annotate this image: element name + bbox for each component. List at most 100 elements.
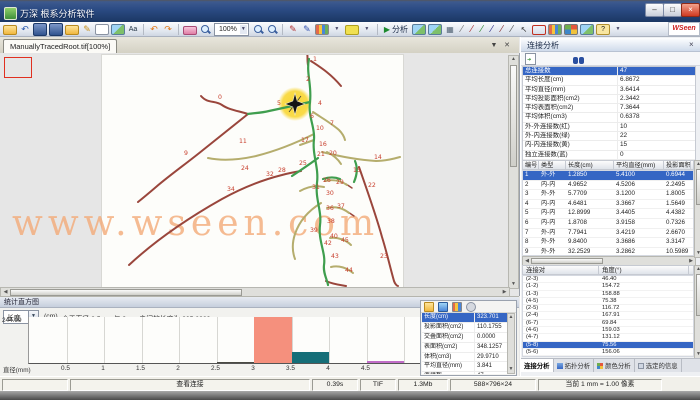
stats-row[interactable]: 表面积(cm2)348.1257 xyxy=(422,343,511,353)
text-tool-icon[interactable]: Aa xyxy=(127,24,139,35)
table-row[interactable]: 3外-外5.77093.12001.8005 xyxy=(523,190,693,200)
chevron-down-icon[interactable]: ▼ xyxy=(240,25,247,34)
angle-row[interactable]: (5-9)168.38 xyxy=(523,356,693,357)
table-row[interactable]: 1外-外1.28505.41000.6944 xyxy=(523,171,693,181)
table-row[interactable]: 7外-内7.79413.42192.6670 xyxy=(523,229,693,239)
open-folder-icon[interactable] xyxy=(65,25,79,35)
panel-close-icon[interactable]: × xyxy=(689,38,694,52)
zoom-icon[interactable] xyxy=(199,24,211,35)
save-stats-icon[interactable] xyxy=(438,302,448,312)
table-row[interactable]: 4内-内4.64813.36671.5649 xyxy=(523,200,693,210)
document-tab[interactable]: ManuallyTracedRoot.tif[100%] xyxy=(3,39,117,54)
line-tool2-icon[interactable]: ∕ xyxy=(468,24,476,35)
summary-row[interactable]: 总连接数47 xyxy=(523,67,695,76)
angle-row[interactable]: (2-3)46.40 xyxy=(523,276,693,283)
summary-row[interactable]: 平均体积(cm3)0.6378 xyxy=(523,113,695,122)
scroll-right-icon[interactable]: ▶ xyxy=(501,289,508,296)
export-report-icon[interactable] xyxy=(525,53,536,65)
zoom-in-icon[interactable] xyxy=(266,24,278,35)
summary-row[interactable]: 独立连接数(蓝)0 xyxy=(523,151,695,160)
histogram-bar[interactable] xyxy=(254,317,292,363)
table-row[interactable]: 5内-内12.89993.44054.4382 xyxy=(523,209,693,219)
angle-row[interactable]: (2-5)116.72 xyxy=(523,305,693,312)
help-icon[interactable]: ? xyxy=(596,24,610,35)
trace-pen-icon[interactable]: ✎ xyxy=(301,24,313,35)
stats-row[interactable]: 投影面积(cm2)110.1755 xyxy=(422,323,511,333)
gallery-icon[interactable] xyxy=(580,24,594,35)
undo-icon[interactable]: ↶ xyxy=(148,24,160,35)
angle-row[interactable]: (4-6)159.03 xyxy=(523,327,693,334)
image-viewer[interactable]: www.wseen.com xyxy=(0,53,520,296)
batch-icon[interactable] xyxy=(412,24,426,35)
stats-row[interactable]: 连接数47 xyxy=(422,372,511,374)
stats-row[interactable]: 交叠面积(cm2)0.0000 xyxy=(422,333,511,343)
settings-gear-icon[interactable] xyxy=(466,302,476,312)
scroll-up-icon[interactable]: ▲ xyxy=(695,161,700,168)
tab-list-dropdown-icon[interactable]: ▼ xyxy=(488,40,500,51)
palette-icon[interactable] xyxy=(315,24,329,35)
summary-row[interactable]: 平均直径(mm)3.6414 xyxy=(523,86,695,95)
zoom-out-icon[interactable] xyxy=(252,24,264,35)
scroll-down-icon[interactable]: ▼ xyxy=(509,281,518,288)
select-region-icon[interactable] xyxy=(532,25,546,35)
summary-row[interactable]: 内-内连接数(黄)15 xyxy=(523,141,695,150)
save-all-icon[interactable] xyxy=(49,23,63,36)
summary-row[interactable]: 平均表面积(cm2)7.3644 xyxy=(523,104,695,113)
table-row[interactable]: 9外-外32.25293.286210.5989 xyxy=(523,248,693,256)
angle-row[interactable]: (1-3)158.88 xyxy=(523,291,693,298)
color-dropdown-icon[interactable]: ▼ xyxy=(361,24,373,35)
tab-connection-analysis[interactable]: 连接分析 xyxy=(521,359,554,372)
redo-icon[interactable]: ↷ xyxy=(162,24,174,35)
scrollbar-thumb[interactable] xyxy=(696,274,700,316)
scroll-left-icon[interactable]: ◀ xyxy=(524,258,530,265)
find-icon[interactable] xyxy=(572,55,585,66)
scrollbar-thumb[interactable] xyxy=(510,65,517,167)
eraser-icon[interactable] xyxy=(183,26,197,35)
sequence-icon[interactable] xyxy=(428,24,442,35)
minimize-button[interactable]: – xyxy=(645,3,664,17)
scroll-up-icon[interactable]: ▲ xyxy=(695,266,700,273)
summary-row[interactable]: 外-内连接数(绿)22 xyxy=(523,132,695,141)
tab-color-analysis[interactable]: 颜色分析 xyxy=(594,359,635,372)
scroll-right-icon[interactable]: ▶ xyxy=(688,258,694,265)
histogram-bar[interactable] xyxy=(292,352,330,363)
scroll-down-icon[interactable]: ▼ xyxy=(695,250,700,257)
stats-row[interactable]: 长度(cm)323.701 xyxy=(422,313,511,323)
line-tool-icon[interactable]: ∕ xyxy=(458,24,466,35)
scroll-up-icon[interactable]: ▲ xyxy=(509,56,518,63)
angle-row[interactable]: (2-4)167.91 xyxy=(523,312,693,319)
tab-selection-analysis[interactable]: 选定的信息 xyxy=(635,359,682,372)
table-row[interactable]: 6内-内1.87083.91580.7326 xyxy=(523,219,693,229)
close-button[interactable]: × xyxy=(681,3,700,17)
palette-dropdown-icon[interactable]: ▼ xyxy=(331,24,343,35)
scrollbar-thumb[interactable] xyxy=(10,289,242,296)
line-tool6-icon[interactable]: ∕ xyxy=(508,24,516,35)
help-dropdown-icon[interactable]: ▼ xyxy=(612,24,624,35)
summary-row[interactable]: 平均长度(cm)6.8672 xyxy=(523,76,695,85)
angle-row[interactable]: (4-5)75.38 xyxy=(523,298,693,305)
edit-pencil-icon[interactable]: ✎ xyxy=(81,24,93,35)
pointer-icon[interactable]: ↖ xyxy=(518,24,530,35)
open-file-icon[interactable] xyxy=(3,25,17,35)
horizontal-scrollbar[interactable]: ◀ ▶ xyxy=(0,287,510,296)
line-tool5-icon[interactable]: ∕ xyxy=(498,24,506,35)
scroll-up-icon[interactable]: ▲ xyxy=(508,314,514,321)
line-tool4-icon[interactable]: ∕ xyxy=(488,24,496,35)
zoom-select[interactable]: 100% ▼ xyxy=(214,23,249,36)
summary-row[interactable]: 平均投影面积(cm2)2.3442 xyxy=(523,95,695,104)
scroll-left-icon[interactable]: ◀ xyxy=(2,289,9,296)
measure-pen-icon[interactable]: ✎ xyxy=(287,24,299,35)
table-vertical-scrollbar[interactable]: ▲ ▼ xyxy=(694,160,700,258)
tab-topology-analysis[interactable]: 拓扑分析 xyxy=(554,359,595,372)
angle-row[interactable]: (1-2)154.72 xyxy=(523,283,693,290)
table-row[interactable]: 2内-内4.96524.52062.2495 xyxy=(523,181,693,191)
scroll-down-icon[interactable]: ▼ xyxy=(508,366,514,373)
scroll-down-icon[interactable]: ▼ xyxy=(695,351,700,358)
table-row[interactable]: 8外-外9.84003.36863.3147 xyxy=(523,238,693,248)
tab-close-icon[interactable]: ✕ xyxy=(501,40,513,51)
angle-row[interactable]: (6-7)69.84 xyxy=(523,320,693,327)
calendar-icon[interactable]: ▦ xyxy=(444,24,456,35)
maximize-button[interactable]: □ xyxy=(663,3,682,17)
summary-row[interactable]: 外-外连接数(红)10 xyxy=(523,123,695,132)
color-swatch-icon[interactable] xyxy=(345,25,359,35)
